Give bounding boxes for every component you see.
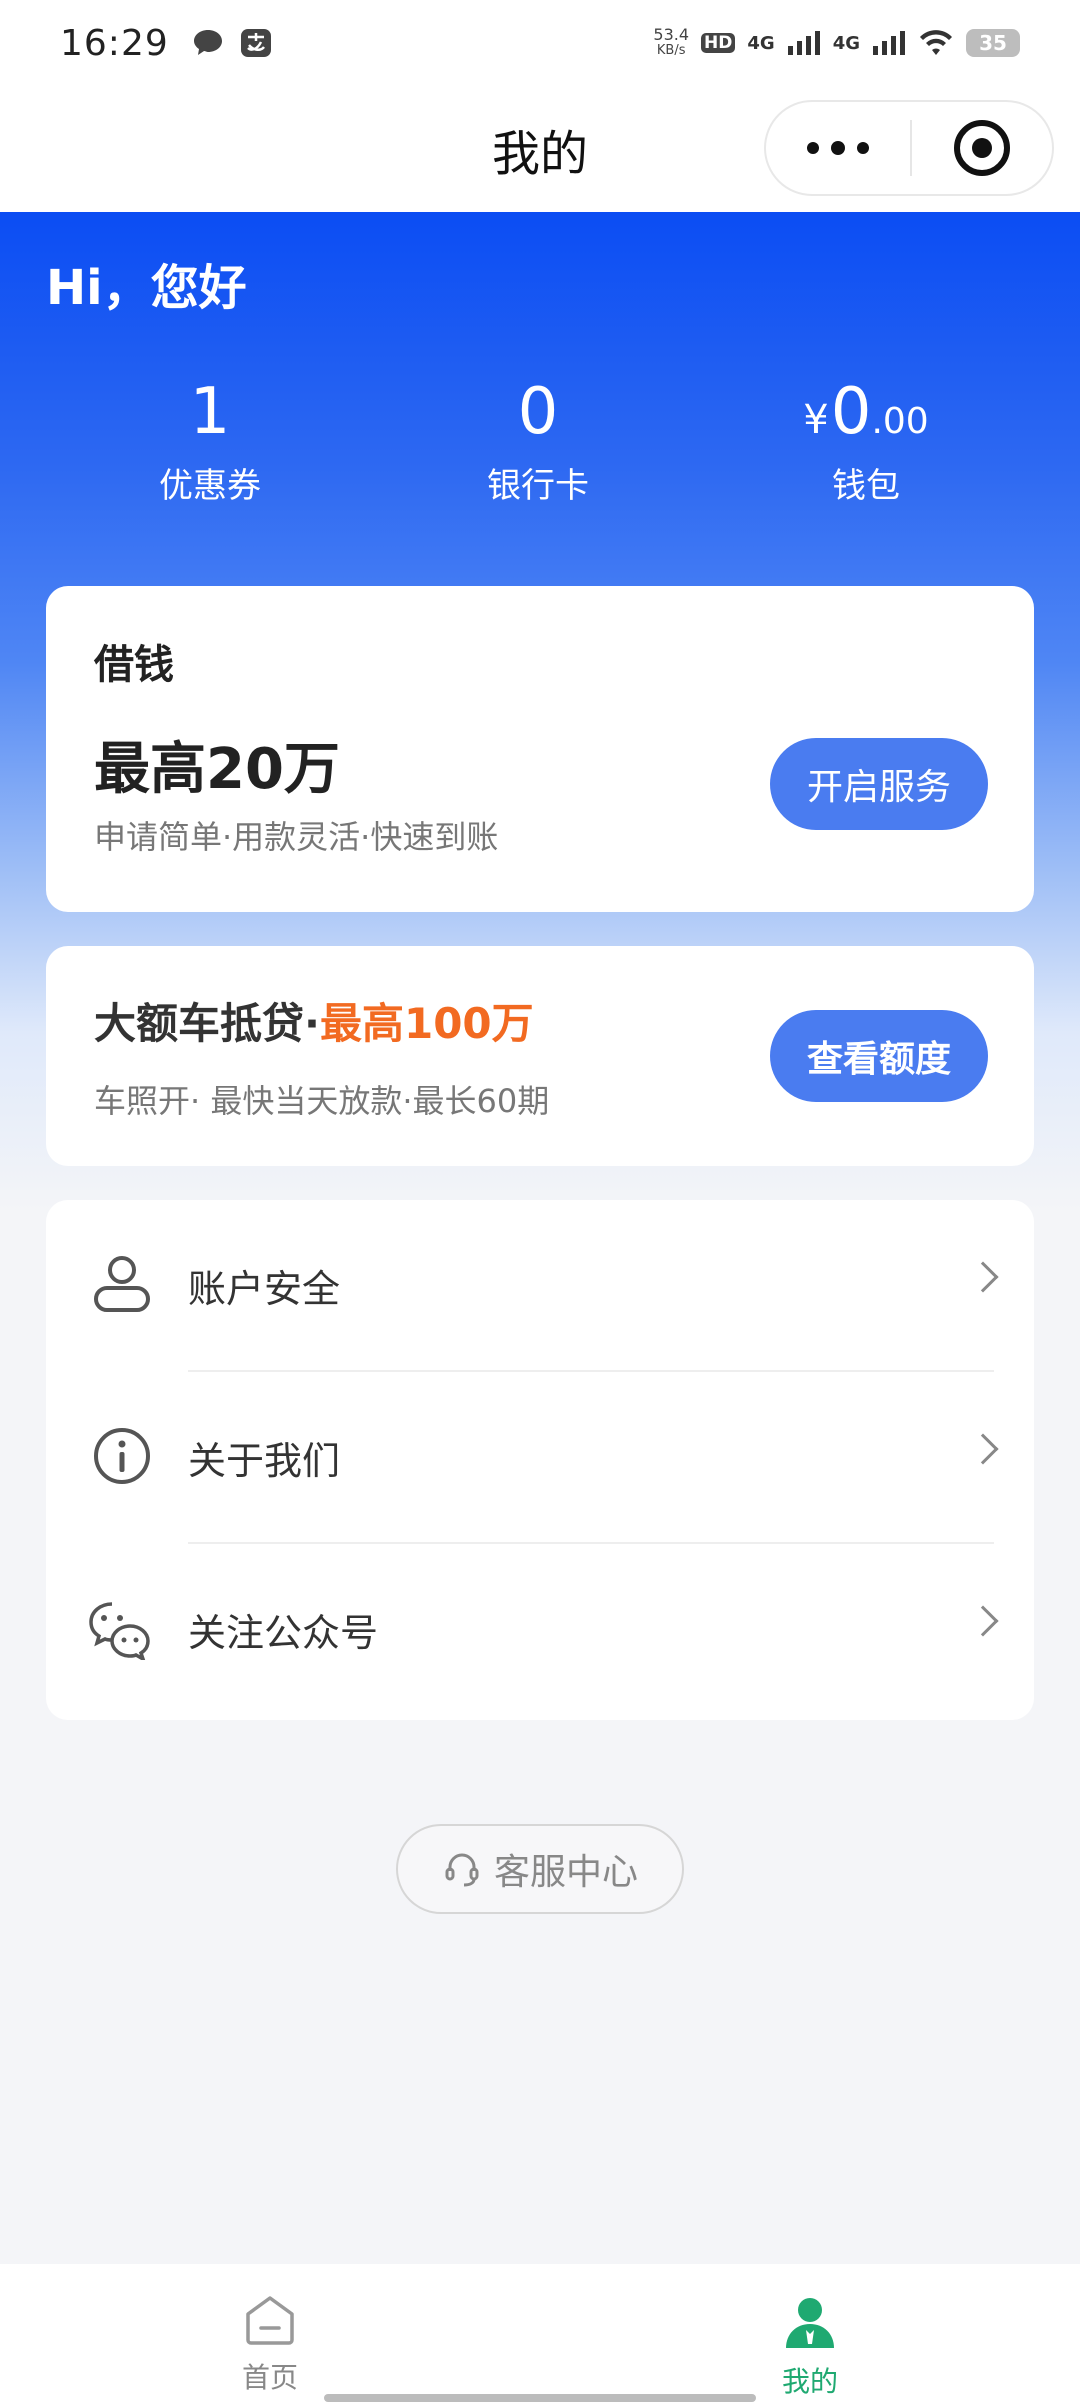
menu-item-follow-account[interactable]: 关注公众号 xyxy=(46,1544,1034,1716)
more-dot xyxy=(831,141,845,155)
stat-wallet[interactable]: ¥0.00 钱包 xyxy=(702,372,1030,507)
battery-indicator: 35 xyxy=(966,29,1020,57)
user-icon xyxy=(94,1256,150,1312)
loan-title: 借钱 xyxy=(94,642,174,688)
tab-bar: 首页 我的 xyxy=(0,2264,1080,2408)
page-title: 我的 xyxy=(491,126,588,182)
chevron-right-icon xyxy=(967,1605,999,1637)
more-dot xyxy=(857,142,869,154)
chevron-right-icon xyxy=(967,1261,999,1293)
menu-item-label: 账户安全 xyxy=(188,1267,341,1311)
stat-value: 1 xyxy=(189,375,231,449)
more-button[interactable] xyxy=(766,141,910,155)
wallet-decimals: .00 xyxy=(871,401,929,442)
nav-bar: 我的 xyxy=(0,86,1080,212)
chevron-right-icon xyxy=(967,1433,999,1465)
open-service-button[interactable]: 开启服务 xyxy=(770,738,988,830)
car-loan-description: 车照开· 最快当天放款·最长60期 xyxy=(94,1082,550,1120)
check-quota-button[interactable]: 查看额度 xyxy=(770,1010,988,1102)
car-loan-highlight: 最高100万 xyxy=(319,999,534,1048)
home-indicator xyxy=(324,2394,756,2402)
tab-mine[interactable]: 我的 xyxy=(540,2264,1080,2408)
info-icon xyxy=(94,1428,150,1484)
home-icon xyxy=(246,2296,294,2345)
wechat-icon xyxy=(89,1602,150,1660)
currency-symbol: ¥ xyxy=(803,397,829,443)
close-button[interactable] xyxy=(912,120,1052,176)
stat-label: 优惠券 xyxy=(159,466,261,506)
miniprogram-capsule xyxy=(764,100,1054,196)
customer-service-button[interactable]: 客服中心 xyxy=(396,1824,684,1914)
menu-item-label: 关注公众号 xyxy=(188,1611,379,1655)
person-icon xyxy=(786,2298,834,2348)
loan-card[interactable]: 借钱 最高20万 申请简单·用款灵活·快速到账 开启服务 xyxy=(46,586,1034,912)
signal-bars-icon xyxy=(787,31,820,55)
stat-bank-cards[interactable]: 0 银行卡 xyxy=(374,372,702,507)
signal-4g-2: 4G xyxy=(832,32,860,54)
close-icon xyxy=(954,120,1010,176)
stat-label: 钱包 xyxy=(832,466,900,506)
wifi-icon xyxy=(920,30,952,55)
tab-label: 首页 xyxy=(241,2361,298,2394)
status-time: 16:29 xyxy=(60,22,169,64)
stat-coupons[interactable]: 1 优惠券 xyxy=(46,372,374,507)
stat-label: 银行卡 xyxy=(487,466,589,506)
greeting: Hi，您好 xyxy=(46,260,247,316)
menu-item-account-security[interactable]: 账户安全 xyxy=(46,1200,1034,1372)
menu-item-about-us[interactable]: 关于我们 xyxy=(46,1372,1034,1544)
status-bar: 16:29 53.4 KB/s HD 4G 4G 35 xyxy=(0,0,1080,86)
chat-notification-icon xyxy=(193,30,222,55)
settings-menu: 账户安全 关于我们 关注公众号 xyxy=(46,1200,1034,1720)
car-loan-title: 大额车抵贷·最高100万 xyxy=(94,999,534,1048)
headset-icon xyxy=(445,1853,479,1887)
more-dot xyxy=(807,142,819,154)
stat-value: 0 xyxy=(517,375,559,449)
signal-4g-1: 4G xyxy=(747,32,775,54)
menu-item-label: 关于我们 xyxy=(188,1439,341,1483)
tab-home[interactable]: 首页 xyxy=(0,2264,540,2408)
loan-description: 申请简单·用款灵活·快速到账 xyxy=(94,818,499,856)
profile-stats: 1 优惠券 0 银行卡 ¥0.00 钱包 xyxy=(0,372,1080,507)
net-speed: 53.4 KB/s xyxy=(653,25,690,59)
alipay-notification-icon xyxy=(240,29,271,57)
car-loan-card[interactable]: 大额车抵贷·最高100万 车照开· 最快当天放款·最长60期 查看额度 xyxy=(46,946,1034,1166)
loan-amount: 最高20万 xyxy=(94,737,340,802)
customer-service-label: 客服中心 xyxy=(493,1852,638,1893)
hd-badge: HD xyxy=(701,33,736,53)
stat-value: ¥0.00 xyxy=(803,375,929,449)
tab-label: 我的 xyxy=(781,2365,838,2398)
notification-icons xyxy=(191,27,273,59)
status-indicators: 53.4 KB/s HD 4G 4G 35 xyxy=(653,27,1020,59)
signal-bars-icon-2 xyxy=(873,31,905,55)
